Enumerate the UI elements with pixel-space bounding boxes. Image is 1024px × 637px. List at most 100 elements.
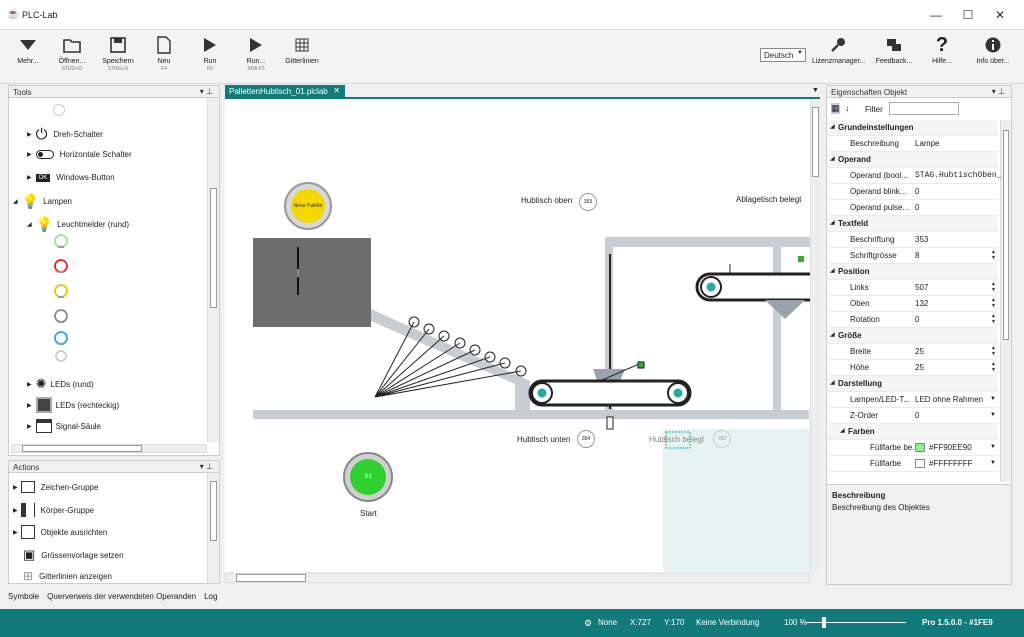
tab-querverweis[interactable]: Querverweis der verwendeten Operanden [47, 592, 196, 604]
tree-item-leds-rechteckig[interactable]: ▶ LEDs (rechteckig) [27, 397, 119, 413]
tab-symbole[interactable]: Symbole [8, 592, 39, 604]
start-button[interactable]: S1 [343, 452, 393, 502]
property-row[interactable]: Links 507 ▲ ▼ [828, 280, 998, 296]
led-hubtisch-unten[interactable]: 354 [577, 430, 595, 448]
tree-item-horizontale-schalter[interactable]: ▶ Horizontale Schalter [27, 150, 132, 159]
property-row[interactable]: Oben 132 ▲ ▼ [828, 296, 998, 312]
tab-overflow-icon[interactable]: ▼ [812, 87, 819, 94]
help-button[interactable]: ? Hilfe... [920, 34, 964, 66]
tools-hscrollbar[interactable] [11, 444, 207, 453]
spinner-icon[interactable]: ▲ ▼ [991, 281, 996, 293]
more-button[interactable]: Mehr... [6, 34, 50, 65]
property-row[interactable]: Füllfarbe be... #FF90EE90 ▼ [828, 440, 998, 456]
group-icon [20, 481, 35, 493]
property-row[interactable]: Z-Order 0 ▼ [828, 408, 998, 424]
expand-icon[interactable]: ◢ [840, 427, 845, 434]
led-hubtisch-oben[interactable]: 353 [579, 193, 597, 211]
tools-scrollbar[interactable] [207, 98, 219, 442]
property-row[interactable]: Operand pulse... 0 [828, 200, 998, 216]
tree-item-windows-button[interactable]: ▶ OK Windows-Button [27, 173, 115, 182]
open-button[interactable]: Öffnen... STRG+O [50, 34, 94, 72]
status-bar: ⚙ None X:727 Y:170 Keine Verbindung 100 … [0, 609, 1024, 637]
tree-item-leds-rund[interactable]: ▶ ✺ LEDs (rund) [27, 376, 94, 392]
expand-icon[interactable]: ◢ [830, 123, 835, 130]
chevron-down-icon[interactable]: ▼ [990, 396, 996, 402]
property-row[interactable]: Füllfarbe #FFFFFFFF ▼ [828, 456, 998, 472]
expand-icon[interactable]: ◢ [830, 379, 835, 386]
property-row[interactable]: Rotation 0 ▲ ▼ [828, 312, 998, 328]
tree-item-leuchtmelder[interactable]: ◢ 💡 Leuchtmelder (rund) [27, 216, 129, 233]
tree-item-dreh-schalter[interactable]: ▶ ⏻ Dreh-Schalter [27, 126, 103, 143]
canvas-hscrollbar[interactable] [225, 573, 810, 583]
close-tab-icon[interactable]: ✕ [333, 86, 340, 95]
minimize-button[interactable]: — [926, 8, 946, 22]
property-section[interactable]: Position ◢ [828, 264, 998, 280]
action-zeichen-gruppe[interactable]: ▶ Zeichen-Gruppe [13, 481, 98, 493]
language-select[interactable]: Deutsch ▼ [760, 48, 806, 62]
license-button[interactable]: Lizenzmanager... [812, 34, 865, 65]
expand-icon[interactable]: ◢ [830, 267, 835, 274]
property-section[interactable]: Operand ◢ [828, 152, 998, 168]
save-button[interactable]: Speichern STRG+S [96, 34, 140, 72]
pin-icon[interactable]: ▾ ⊥ [992, 87, 1005, 96]
zoom-slider[interactable] [806, 622, 906, 623]
pin-icon[interactable]: ▾ ⊥ [200, 87, 213, 96]
power-icon [53, 104, 65, 116]
property-section[interactable]: Farben ◢ [828, 424, 998, 440]
property-row[interactable]: Breite 25 ▲ ▼ [828, 344, 998, 360]
maximize-button[interactable]: ☐ [958, 8, 978, 22]
tab-log[interactable]: Log [204, 592, 217, 604]
pin-icon[interactable]: ▾ ⊥ [200, 462, 213, 471]
run-shift-button[interactable]: Run... Shift F5 [234, 34, 278, 72]
led-hubtisch-belegt[interactable]: 352 [713, 430, 731, 448]
spinner-icon[interactable]: ▲ ▼ [991, 345, 996, 357]
actions-scrollbar[interactable] [207, 473, 219, 583]
status-mode: None [598, 618, 618, 627]
tree-item-lampen[interactable]: ◢ 💡 Lampen [13, 193, 72, 210]
property-row[interactable]: Beschreibung Lampe [828, 136, 998, 152]
zoom-slider-thumb[interactable] [822, 617, 826, 628]
app-title: PLC-Lab [22, 10, 58, 20]
feedback-button[interactable]: Feedback... [872, 34, 916, 65]
categorized-sort-icon[interactable]: ▦ [831, 103, 840, 114]
expand-icon[interactable]: ◢ [830, 331, 835, 338]
canvas-vscrollbar[interactable] [810, 99, 820, 573]
chevron-down-icon[interactable]: ▼ [990, 412, 996, 418]
about-button[interactable]: Info über... [968, 34, 1018, 65]
property-row[interactable]: Höhe 25 ▲ ▼ [828, 360, 998, 376]
label-hubtisch-belegt: Hubtisch belegt [649, 435, 705, 444]
spinner-icon[interactable]: ▲ ▼ [991, 361, 996, 373]
property-row[interactable]: Schriftgrösse 8 ▲ ▼ [828, 248, 998, 264]
action-groessenvorlage[interactable]: ▣ Grössenvorlage setzen [23, 547, 124, 563]
tree-item-signal-saeule[interactable]: ▶ Signal-Säule [27, 419, 101, 433]
expand-icon[interactable]: ◢ [830, 219, 835, 226]
property-row[interactable]: Beschriftung 353 [828, 232, 998, 248]
property-row[interactable]: Operand blink... 0 [828, 184, 998, 200]
action-koerper-gruppe[interactable]: ▶ Körper-Gruppe [13, 503, 94, 517]
property-section[interactable]: Grundeinstellungen ◢ [828, 120, 998, 136]
filter-input[interactable] [889, 102, 959, 115]
action-objekte-ausrichten[interactable]: ▶ Objekte ausrichten [13, 525, 107, 539]
new-button[interactable]: Neu F4 [142, 34, 186, 72]
close-window-button[interactable]: ✕ [990, 8, 1010, 22]
run-button[interactable]: Run F5 [188, 34, 232, 72]
properties-scrollbar[interactable] [1000, 120, 1011, 482]
action-gitterlinien[interactable]: ⊞ Gitterlinien anzeigen [23, 569, 112, 583]
grid-button[interactable]: Gitterlinien [280, 34, 324, 65]
chevron-down-icon[interactable]: ▼ [990, 460, 996, 466]
property-row[interactable]: Operand (bool... STAG.HubtischOben_ [828, 168, 1001, 184]
property-section[interactable]: Darstellung ◢ [828, 376, 998, 392]
spinner-icon[interactable]: ▲ ▼ [991, 297, 996, 309]
spinner-icon[interactable]: ▲ ▼ [991, 249, 996, 261]
design-canvas[interactable]: Neue Palette Hubtisch oben 353 Ablagetis… [225, 99, 810, 572]
property-row[interactable]: Lampen/LED-T... LED ohne Rahmen ▼ [828, 392, 998, 408]
property-key: Beschreibung [850, 139, 899, 148]
alpha-sort-icon[interactable]: ↓ [845, 103, 850, 113]
spinner-icon[interactable]: ▲ ▼ [991, 313, 996, 325]
play-icon [234, 34, 278, 56]
expand-icon[interactable]: ◢ [830, 155, 835, 162]
property-section[interactable]: Textfeld ◢ [828, 216, 998, 232]
property-section[interactable]: Größe ◢ [828, 328, 998, 344]
lamp-neue-palette[interactable]: Neue Palette [284, 182, 332, 230]
chevron-down-icon[interactable]: ▼ [990, 444, 996, 450]
